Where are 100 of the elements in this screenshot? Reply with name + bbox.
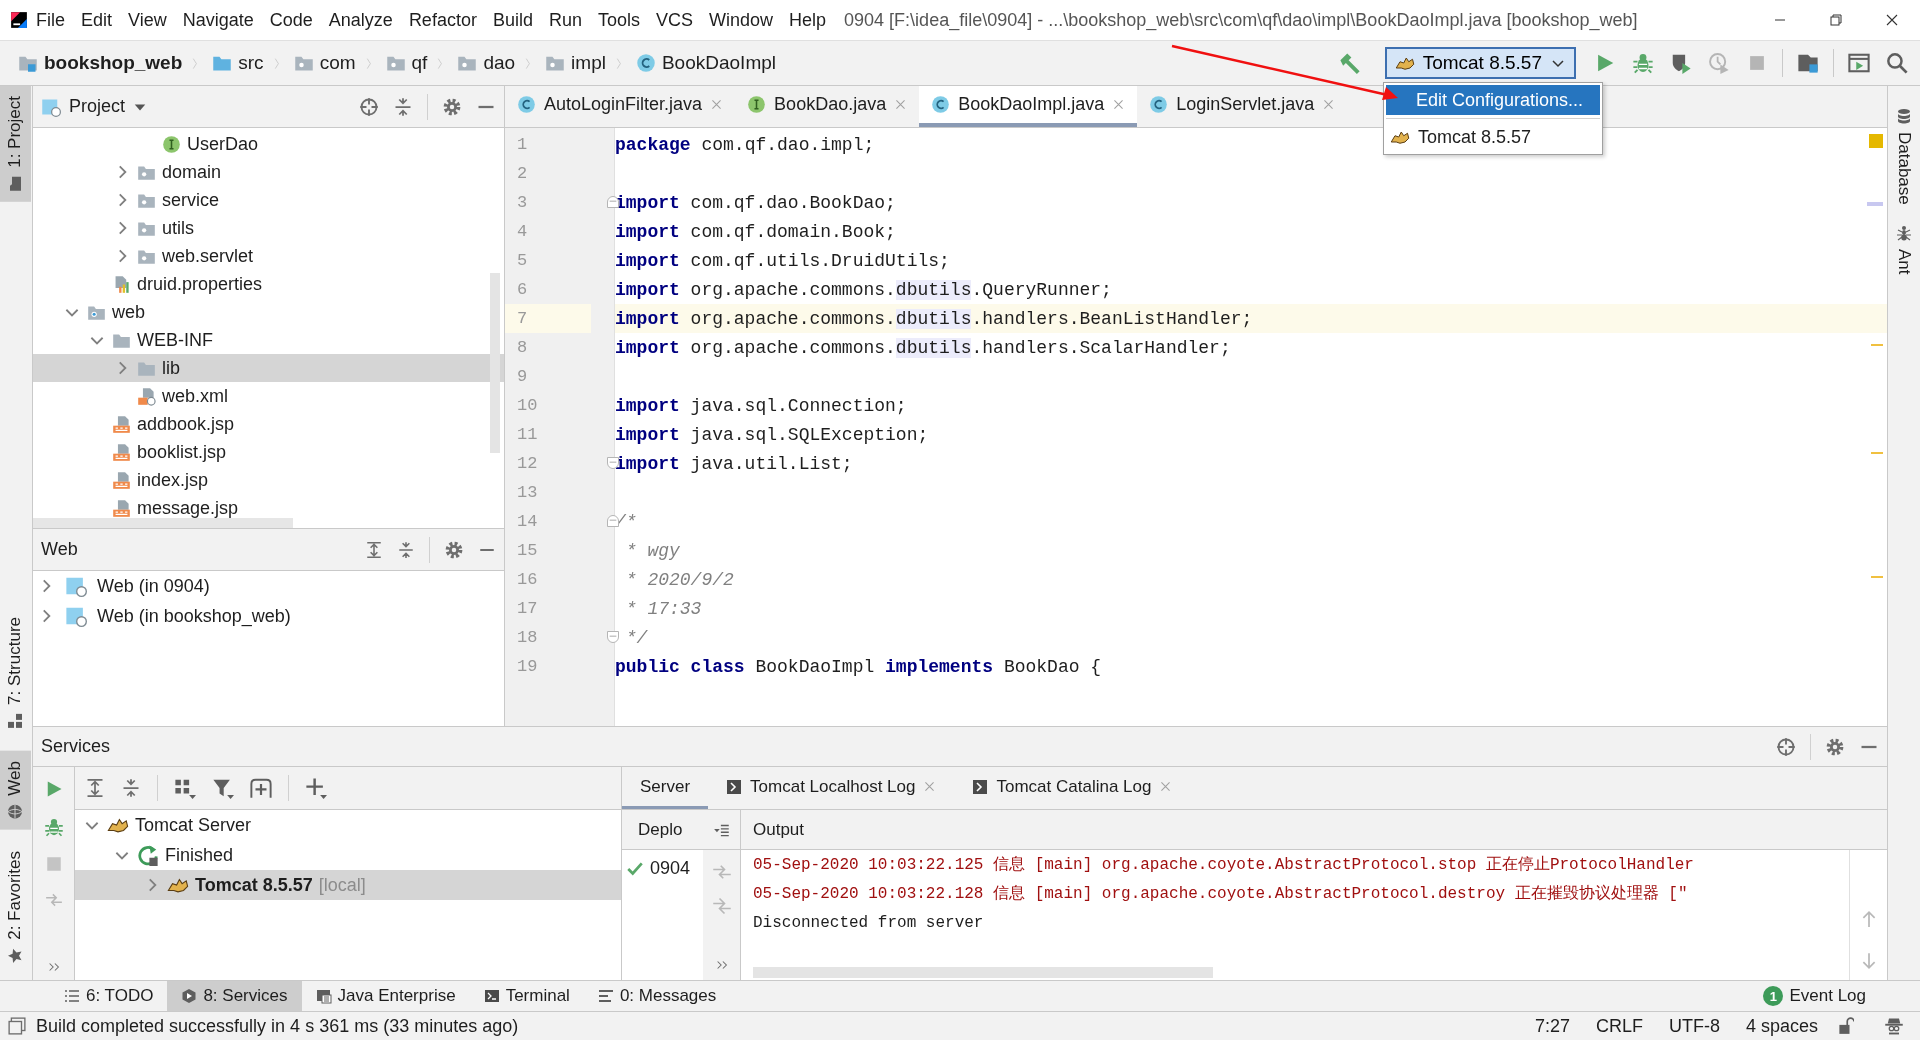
settings-icon[interactable] bbox=[442, 96, 462, 117]
menu-item[interactable]: Build bbox=[484, 0, 541, 40]
code-line: import java.util.List; bbox=[615, 452, 853, 476]
inspector-icon[interactable] bbox=[1884, 1016, 1904, 1036]
menu-item[interactable]: Edit bbox=[73, 0, 121, 40]
editor-tab[interactable]: BookDao.java bbox=[735, 86, 920, 127]
output-tab[interactable]: Tomcat Catalina Log bbox=[954, 767, 1191, 809]
fold-marker-icon[interactable] bbox=[607, 196, 619, 208]
editor-tab[interactable]: LoginServlet.java bbox=[1137, 86, 1348, 127]
tree-item[interactable]: web.servlet bbox=[33, 242, 504, 270]
menu-item[interactable]: Tools bbox=[589, 0, 648, 40]
tool-window-tab[interactable]: Web bbox=[0, 750, 31, 830]
project-view-selector[interactable]: Project bbox=[41, 96, 148, 117]
group-icon[interactable] bbox=[174, 777, 196, 799]
output-tab[interactable]: Tomcat Localhost Log bbox=[708, 767, 955, 809]
tool-window-button[interactable]: Terminal bbox=[469, 981, 584, 1011]
menu-item[interactable]: Tomcat 8.5.57 bbox=[1386, 122, 1600, 152]
tree-item[interactable]: Tomcat Server bbox=[75, 810, 621, 840]
breadcrumb-item[interactable]: com bbox=[289, 50, 360, 76]
tree-item[interactable]: domain bbox=[33, 158, 504, 186]
tool-windows-icon[interactable] bbox=[8, 1017, 26, 1035]
menu-item[interactable]: View bbox=[120, 0, 175, 40]
tree-item[interactable]: lib bbox=[33, 354, 504, 382]
add-group-icon[interactable] bbox=[250, 777, 272, 799]
menu-item[interactable]: Window bbox=[701, 0, 782, 40]
debug-icon[interactable] bbox=[43, 817, 64, 837]
tree-item[interactable]: WEB-INF bbox=[33, 326, 504, 354]
tool-window-tab[interactable]: Ant bbox=[1888, 214, 1919, 285]
close-icon[interactable] bbox=[1884, 12, 1900, 28]
collapse-all-icon[interactable] bbox=[393, 96, 413, 117]
tool-window-button[interactable]: 1 Event Log bbox=[1749, 981, 1880, 1011]
globe-icon bbox=[7, 803, 24, 820]
menu-item[interactable]: Edit Configurations... bbox=[1386, 85, 1600, 115]
tree-item[interactable]: index.jsp bbox=[33, 466, 504, 494]
breadcrumb-item[interactable]: qf bbox=[381, 50, 432, 76]
run-configuration-dropdown[interactable]: Tomcat 8.5.57 bbox=[1384, 47, 1576, 79]
editor-tab[interactable]: AutoLoginFilter.java bbox=[505, 86, 736, 127]
status-item[interactable]: 7:27 bbox=[1526, 1015, 1578, 1037]
deployment-item[interactable]: 0904 bbox=[622, 850, 703, 879]
debug-icon[interactable] bbox=[1632, 52, 1654, 74]
scrollbar[interactable] bbox=[490, 273, 500, 453]
tree-item[interactable]: booklist.jsp bbox=[33, 438, 504, 466]
lock-icon[interactable] bbox=[1836, 1017, 1854, 1035]
menu-item[interactable]: Help bbox=[781, 0, 835, 40]
fold-marker-icon[interactable] bbox=[607, 515, 619, 527]
breadcrumb-item[interactable]: bookshop_web bbox=[14, 50, 187, 76]
tree-item[interactable]: druid.properties bbox=[33, 270, 504, 298]
tool-window-button[interactable]: Java Enterprise bbox=[301, 981, 470, 1011]
expand-all-icon[interactable] bbox=[365, 540, 383, 559]
tree-item[interactable]: UserDao bbox=[33, 130, 504, 158]
status-item[interactable]: UTF-8 bbox=[1660, 1015, 1728, 1037]
tool-window-tab[interactable]: Database bbox=[1888, 98, 1919, 215]
menu-item[interactable]: Analyze bbox=[320, 0, 401, 40]
tree-item[interactable]: Tomcat 8.5.57 [local] bbox=[75, 870, 621, 900]
tree-item[interactable]: web bbox=[33, 298, 504, 326]
locate-icon[interactable] bbox=[1776, 736, 1796, 757]
add-icon[interactable] bbox=[305, 777, 327, 799]
tool-window-tab[interactable]: 7: Structure bbox=[0, 606, 31, 739]
tree-item[interactable]: addbook.jsp bbox=[33, 410, 504, 438]
fold-marker-icon[interactable] bbox=[607, 631, 619, 643]
filter-icon[interactable] bbox=[212, 777, 234, 799]
settings-icon[interactable] bbox=[444, 539, 464, 560]
tree-item[interactable]: Finished bbox=[75, 840, 621, 870]
tool-window-button[interactable]: 0: Messages bbox=[583, 981, 731, 1011]
status-item[interactable]: CRLF bbox=[1587, 1015, 1651, 1037]
locate-icon[interactable] bbox=[359, 96, 379, 117]
collapse-all-icon[interactable] bbox=[397, 540, 415, 559]
breadcrumb-item[interactable]: BookDaoImpl bbox=[631, 50, 780, 76]
breadcrumb-item[interactable]: src bbox=[208, 50, 268, 76]
search-icon[interactable] bbox=[1886, 52, 1908, 74]
menu-item[interactable]: Code bbox=[261, 0, 321, 40]
project-structure-icon[interactable] bbox=[1797, 52, 1819, 74]
restore-icon[interactable] bbox=[1828, 12, 1844, 28]
tree-item[interactable]: Web (in bookshop_web) bbox=[33, 601, 504, 631]
tree-item[interactable]: message.jsp bbox=[33, 494, 504, 522]
tool-window-tab[interactable]: 2: Favorites bbox=[0, 841, 31, 974]
coverage-icon[interactable] bbox=[1670, 52, 1692, 74]
tree-item[interactable]: service bbox=[33, 186, 504, 214]
window-icon[interactable] bbox=[1848, 52, 1870, 74]
scrollbar[interactable] bbox=[753, 967, 1213, 978]
hammer-icon[interactable] bbox=[1338, 52, 1361, 74]
menu-item[interactable]: File bbox=[28, 0, 73, 40]
menu-item[interactable]: Refactor bbox=[400, 0, 485, 40]
editor-tab[interactable]: BookDaoImpl.java bbox=[919, 86, 1138, 127]
tree-item[interactable]: utils bbox=[33, 214, 504, 242]
collapse-all-icon[interactable] bbox=[121, 778, 141, 798]
settings-icon[interactable] bbox=[1825, 736, 1845, 757]
breadcrumb-item[interactable]: dao bbox=[453, 50, 520, 76]
tool-window-button[interactable]: 6: TODO bbox=[50, 981, 168, 1011]
tool-window-tab[interactable]: 1: Project bbox=[0, 86, 31, 202]
tool-window-button[interactable]: 8: Services bbox=[167, 981, 302, 1011]
tree-item[interactable]: Web (in 0904) bbox=[33, 571, 504, 601]
tree-item[interactable]: web.xml bbox=[33, 382, 504, 410]
breadcrumb-item[interactable]: impl bbox=[541, 50, 610, 76]
menu-item[interactable]: VCS bbox=[648, 0, 701, 40]
menu-item[interactable]: Run bbox=[540, 0, 590, 40]
menu-item[interactable]: Navigate bbox=[174, 0, 262, 40]
scrollbar[interactable] bbox=[33, 518, 293, 528]
expand-all-icon[interactable] bbox=[85, 778, 105, 798]
status-item[interactable]: 4 spaces bbox=[1737, 1015, 1826, 1037]
